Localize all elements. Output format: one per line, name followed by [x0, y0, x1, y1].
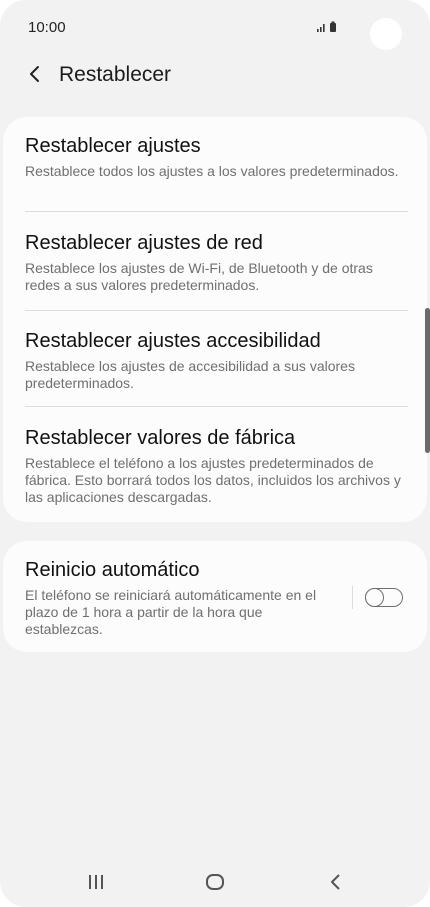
back-arrow-icon[interactable] [28, 65, 42, 88]
auto-restart-toggle[interactable] [364, 587, 403, 607]
setting-auto-restart[interactable]: Reinicio automático El teléfono se reini… [25, 557, 317, 638]
recent-apps-icon[interactable] [88, 874, 104, 895]
setting-reset-network[interactable]: Restablecer ajustes de red Restablece lo… [25, 230, 405, 294]
scrollbar[interactable] [425, 308, 430, 453]
divider [25, 211, 408, 212]
setting-title: Restablecer valores de fábrica [25, 427, 296, 449]
setting-reset-settings[interactable]: Restablecer ajustes Restablece todos los… [25, 133, 405, 180]
phone-screen: 10:00 Restablecer Restablecer ajustes Re… [0, 0, 430, 907]
setting-description: Restablece los ajustes de Wi-Fi, de Blue… [25, 260, 373, 293]
divider [25, 310, 408, 311]
status-time: 10:00 [28, 19, 66, 36]
setting-description: Restablece todos los ajustes a los valor… [25, 163, 399, 179]
toggle-knob [364, 587, 384, 607]
setting-title: Restablecer ajustes [25, 135, 201, 157]
signal-icon [317, 24, 325, 32]
divider [25, 406, 408, 407]
signal-battery-icons [316, 20, 340, 39]
battery-icon [330, 21, 336, 32]
setting-title: Restablecer ajustes accesibilidad [25, 330, 321, 352]
setting-description: Restablece los ajustes de accesibilidad … [25, 358, 355, 391]
page-title: Restablecer [59, 63, 172, 86]
home-icon[interactable] [206, 874, 224, 895]
app-bar: Restablecer [0, 55, 430, 95]
front-camera [370, 18, 402, 50]
auto-restart-card[interactable]: Reinicio automático El teléfono se reini… [3, 541, 427, 652]
setting-description: Restablece el teléfono a los ajustes pre… [25, 455, 401, 505]
setting-title: Restablecer ajustes de red [25, 232, 263, 254]
vertical-divider [352, 586, 353, 609]
reset-options-card: Restablecer ajustes Restablece todos los… [3, 117, 427, 522]
setting-reset-accessibility[interactable]: Restablecer ajustes accesibilidad Restab… [25, 328, 405, 392]
setting-description: El teléfono se reiniciará automáticament… [25, 587, 317, 637]
back-nav-icon[interactable] [330, 874, 342, 895]
setting-factory-reset[interactable]: Restablecer valores de fábrica Restablec… [25, 425, 405, 506]
navigation-bar [0, 860, 430, 907]
setting-title: Reinicio automático [25, 559, 200, 581]
status-bar: 10:00 [0, 0, 430, 52]
